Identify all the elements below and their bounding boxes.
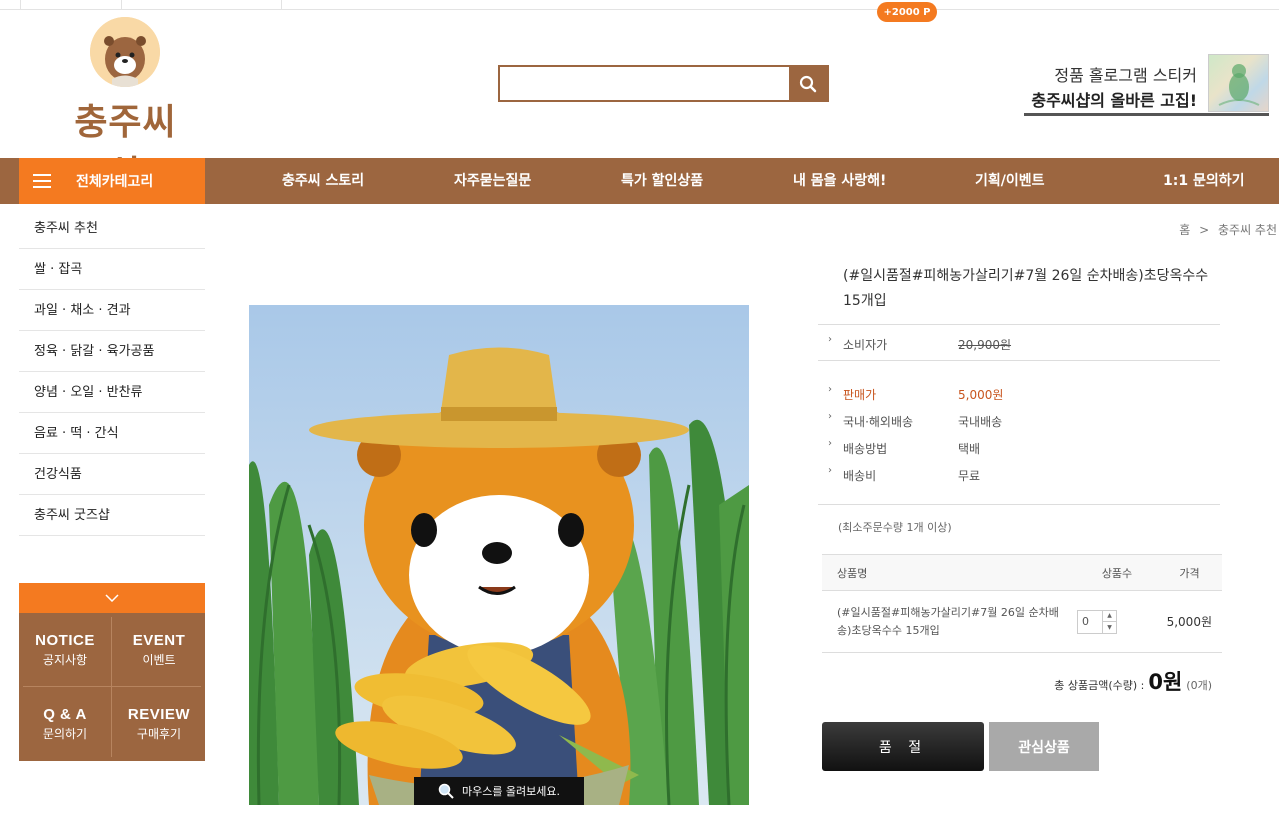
review-ko: 구매후기 bbox=[136, 727, 182, 741]
chevron-right-icon: › bbox=[828, 384, 832, 395]
qna-ko: 문의하기 bbox=[42, 727, 88, 741]
search-bar bbox=[498, 65, 829, 102]
product-title: (#일시품절#피해농가살리기#7월 26일 순차배송)초당옥수수 15개입 bbox=[843, 268, 1209, 309]
hologram-banner[interactable]: 정품 홀로그램 스티커 충주씨샵의 올바른 고집! bbox=[1024, 54, 1269, 116]
notice-en: NOTICE bbox=[35, 632, 95, 649]
notice-ko: 공지사항 bbox=[42, 653, 88, 667]
hologram-line2: 충주씨샵의 올바른 고집! bbox=[1031, 91, 1197, 110]
magnifier-icon bbox=[438, 783, 454, 799]
col-header-price: 가격 bbox=[1157, 554, 1222, 591]
shipping-fee-label: 배송비 bbox=[843, 469, 877, 483]
all-categories-label: 전체카테고리 bbox=[76, 174, 154, 190]
sidebar-item-rice[interactable]: 쌀 · 잡곡 bbox=[19, 249, 205, 290]
qna-link[interactable]: Q & A 문의하기 bbox=[19, 687, 111, 761]
wishlist-button[interactable]: 관심상품 bbox=[989, 722, 1099, 771]
sidebar-box-toggle[interactable] bbox=[19, 583, 205, 613]
order-table: 상품명 상품수 가격 (#일시품절#피해농가살리기#7월 26일 순차배송)초당… bbox=[822, 554, 1222, 653]
notice-link[interactable]: NOTICE 공지사항 bbox=[19, 613, 111, 687]
box-divider-vertical bbox=[111, 617, 112, 757]
consumer-price-value: 20,900원 bbox=[958, 338, 1012, 352]
nav-item-faq[interactable]: 자주묻는질문 bbox=[454, 158, 531, 204]
review-link[interactable]: REVIEW 구매후기 bbox=[113, 687, 205, 761]
quantity-up-button[interactable]: ▲ bbox=[1103, 611, 1116, 622]
zoom-hint: 마우스를 올려보세요. bbox=[414, 777, 584, 805]
sidebar-item-drinks[interactable]: 음료 · 떡 · 간식 bbox=[19, 413, 205, 454]
top-utility-bar bbox=[0, 0, 1279, 10]
review-en: REVIEW bbox=[127, 706, 191, 723]
sidebar-item-goods[interactable]: 충주씨 굿즈샵 bbox=[19, 495, 205, 536]
event-en: EVENT bbox=[132, 632, 186, 649]
points-badge: +2000 P bbox=[877, 2, 937, 22]
chevron-down-icon bbox=[105, 594, 119, 602]
breadcrumb: 홈 > 충주씨 추천 bbox=[1179, 221, 1277, 238]
table-row: (#일시품절#피해농가살리기#7월 26일 순차배송)초당옥수수 15개입 0 … bbox=[822, 590, 1222, 653]
sale-price-label: 판매가 bbox=[843, 388, 877, 402]
sidebar-category-list: 충주씨 추천 쌀 · 잡곡 과일 · 채소 · 견과 정육 · 닭갈 · 육가공… bbox=[19, 208, 205, 536]
search-input[interactable] bbox=[500, 67, 789, 100]
nav-item-sale[interactable]: 특가 할인상품 bbox=[621, 158, 703, 204]
quantity-down-button[interactable]: ▼ bbox=[1103, 622, 1116, 633]
nav-item-story[interactable]: 충주씨 스토리 bbox=[282, 158, 364, 204]
consumer-price-label: 소비자가 bbox=[843, 338, 888, 352]
order-item-price: 5,000원 bbox=[1157, 590, 1222, 653]
event-ko: 이벤트 bbox=[142, 653, 176, 667]
shipping-method-label: 배송방법 bbox=[843, 442, 888, 456]
sidebar-item-health[interactable]: 건강식품 bbox=[19, 454, 205, 495]
top-util-link-1[interactable] bbox=[20, 0, 121, 10]
shipping-scope-label: 국내·해외배송 bbox=[843, 415, 914, 429]
product-image[interactable]: 마우스를 올려보세요. bbox=[249, 305, 749, 805]
quantity-input[interactable]: 0 bbox=[1077, 609, 1103, 634]
otter-mascot-icon bbox=[90, 17, 160, 87]
info-divider-3 bbox=[818, 504, 1220, 505]
order-table-header: 상품명 상품수 가격 bbox=[822, 554, 1222, 591]
sidebar-item-sauce[interactable]: 양념 · 오일 · 반찬류 bbox=[19, 372, 205, 413]
event-link[interactable]: EVENT 이벤트 bbox=[113, 613, 205, 687]
shipping-fee-value: 무료 bbox=[958, 469, 981, 483]
sale-price-value: 5,000원 bbox=[958, 388, 1004, 402]
order-item-name: (#일시품절#피해농가살리기#7월 26일 순차배송)초당옥수수 15개입 bbox=[822, 590, 1077, 653]
breadcrumb-current[interactable]: 충주씨 추천 bbox=[1218, 223, 1277, 237]
breadcrumb-home[interactable]: 홈 bbox=[1179, 223, 1190, 237]
site-logo[interactable]: 충주씨샵 bbox=[58, 17, 193, 195]
sidebar-item-fruit[interactable]: 과일 · 채소 · 견과 bbox=[19, 290, 205, 331]
top-util-link-2[interactable] bbox=[121, 0, 281, 10]
quantity-stepper: 0 ▲ ▼ bbox=[1077, 609, 1157, 634]
col-header-name: 상품명 bbox=[822, 554, 1077, 591]
col-header-qty: 상품수 bbox=[1077, 554, 1157, 591]
total-summary: 총 상품금액(수량) : 0원 (0개) bbox=[1054, 666, 1212, 696]
total-count: (0개) bbox=[1186, 679, 1212, 692]
zoom-hint-text: 마우스를 올려보세요. bbox=[461, 785, 561, 798]
chevron-right-icon: › bbox=[828, 334, 832, 345]
chevron-right-icon: › bbox=[828, 465, 832, 476]
search-button[interactable] bbox=[789, 67, 827, 100]
hologram-line1: 정품 홀로그램 스티커 bbox=[1054, 66, 1197, 85]
sidebar-item-meat[interactable]: 정육 · 닭갈 · 육가공품 bbox=[19, 331, 205, 372]
info-divider-2 bbox=[818, 360, 1220, 361]
order-item-qty-cell: 0 ▲ ▼ bbox=[1077, 590, 1157, 653]
top-util-divider bbox=[281, 0, 282, 10]
shipping-method-value: 택배 bbox=[958, 442, 981, 456]
chevron-right-icon: › bbox=[828, 438, 832, 449]
all-categories-button[interactable]: 전체카테고리 bbox=[19, 158, 205, 204]
min-order-notice: (최소주문수량 1개 이상) bbox=[838, 521, 952, 534]
breadcrumb-separator: > bbox=[1199, 223, 1210, 237]
shipping-scope-value: 국내배송 bbox=[958, 415, 1003, 429]
nav-item-event[interactable]: 기획/이벤트 bbox=[975, 158, 1045, 204]
search-icon bbox=[799, 75, 817, 92]
qna-en: Q & A bbox=[43, 706, 87, 723]
soldout-button[interactable]: 품 절 bbox=[822, 722, 984, 771]
sidebar-community-box: NOTICE 공지사항 EVENT 이벤트 Q & A 문의하기 REVIEW … bbox=[19, 583, 205, 761]
chevron-right-icon: › bbox=[828, 411, 832, 422]
hamburger-icon bbox=[33, 174, 51, 188]
total-label: 총 상품금액(수량) : bbox=[1054, 679, 1145, 692]
nav-item-health[interactable]: 내 몸을 사랑해! bbox=[793, 158, 886, 204]
nav-item-inquiry[interactable]: 1:1 문의하기 bbox=[1163, 158, 1244, 204]
hologram-sticker-image bbox=[1208, 54, 1269, 112]
sidebar-item-recommend[interactable]: 충주씨 추천 bbox=[19, 208, 205, 249]
info-divider-1 bbox=[818, 324, 1220, 325]
total-amount: 0원 bbox=[1148, 670, 1183, 694]
